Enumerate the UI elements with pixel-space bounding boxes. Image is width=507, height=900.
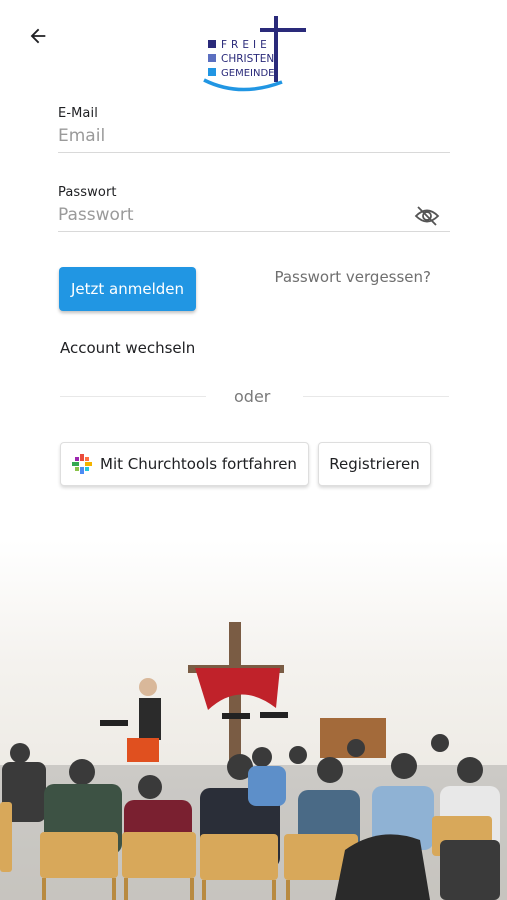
forgot-password-link[interactable]: Passwort vergessen? (274, 268, 431, 286)
email-input[interactable] (58, 121, 450, 153)
churchtools-icon (72, 454, 93, 474)
back-button[interactable] (22, 20, 54, 52)
divider-label: oder (234, 387, 271, 406)
church-logo: FREIE CHRISTEN GEMEINDE (203, 16, 306, 92)
email-label: E-Mail (58, 106, 98, 121)
logo-text-freie: FREIE (221, 39, 271, 51)
eye-off-icon[interactable] (414, 206, 440, 226)
switch-account-link[interactable]: Account wechseln (60, 339, 195, 357)
email-field-group: E-Mail (58, 106, 450, 153)
churchtools-label: Mit Churchtools fortfahren (100, 455, 297, 473)
logo-swoosh (203, 78, 283, 92)
register-button[interactable]: Registrieren (318, 442, 431, 486)
login-button[interactable]: Jetzt anmelden (59, 267, 196, 311)
divider-right (303, 396, 449, 397)
churchtools-button[interactable]: Mit Churchtools fortfahren (60, 442, 309, 486)
password-label: Passwort (58, 185, 117, 200)
church-service-photo (0, 540, 507, 900)
password-input[interactable] (58, 200, 450, 232)
divider-left (60, 396, 206, 397)
logo-text-gemeinde: GEMEINDE (221, 68, 274, 79)
password-field-group: Passwort (58, 185, 450, 232)
logo-text-christen: CHRISTEN (221, 53, 274, 65)
arrow-left-icon (30, 28, 46, 44)
